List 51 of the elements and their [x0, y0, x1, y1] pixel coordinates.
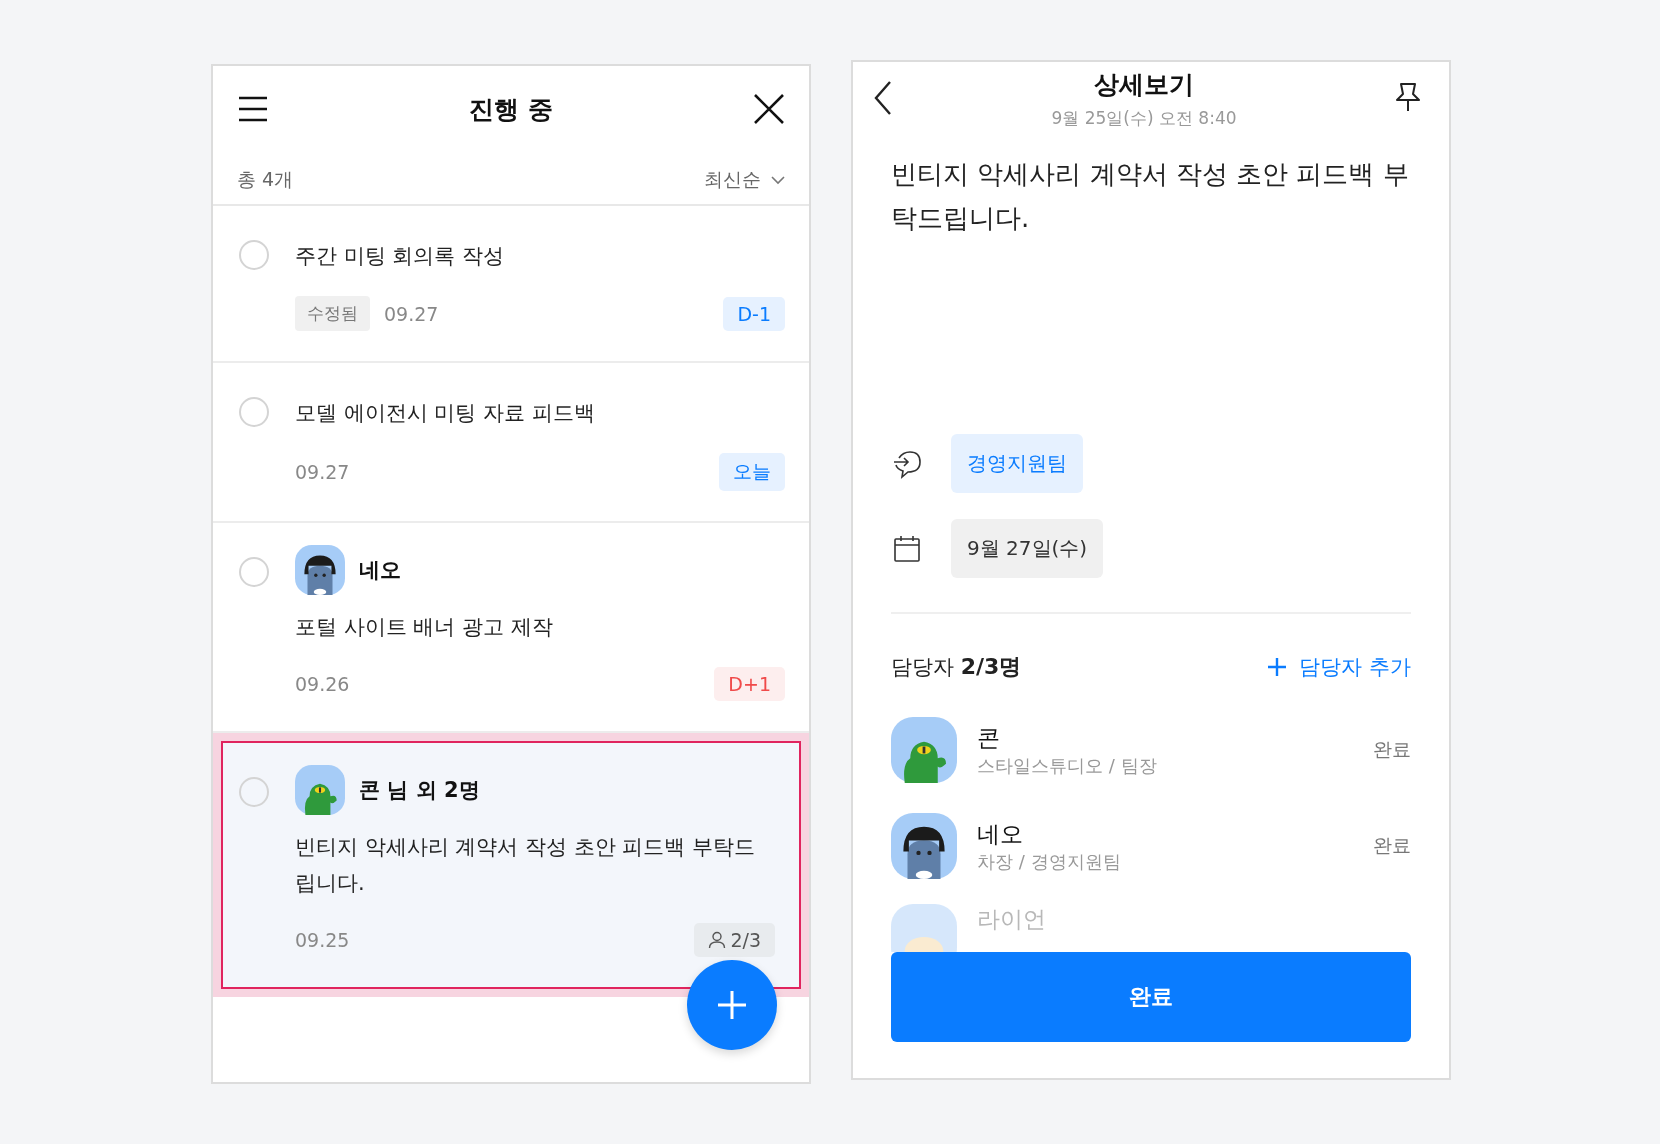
due-date-chip[interactable]: 9월 27일(수): [951, 519, 1104, 578]
task-date: 09.27: [384, 302, 440, 325]
task-item[interactable]: 주간 미팅 회의록 작성 수정됨 09.27 D-1: [213, 206, 809, 363]
back-icon[interactable]: [873, 80, 893, 116]
due-badge: 2/3: [694, 923, 775, 957]
person-icon: [708, 931, 727, 949]
task-title: 모델 에이전시 미팅 자료 피드백: [295, 400, 596, 427]
plus-icon: [716, 989, 748, 1021]
task-description: 빈티지 악세사리 계약서 작성 초안 피드백 부탁드립니다.: [891, 158, 1410, 235]
assignee-name: 콘: [977, 723, 1001, 753]
sort-dropdown[interactable]: 최신순: [704, 167, 785, 193]
due-badge: D+1: [714, 667, 785, 701]
task-date: 09.26: [295, 673, 351, 695]
task-item[interactable]: 모델 에이전시 미팅 자료 피드백 09.27 오늘: [213, 363, 809, 523]
avatar-icon: [295, 545, 345, 595]
task-title: 빈티지 악세사리 계약서 작성 초안 피드백 부탁드립니다.: [295, 834, 757, 897]
assignee-name: 라이언: [977, 905, 1047, 934]
avatar-icon: [891, 717, 957, 783]
add-assignee-link[interactable]: 담당자 추가: [1267, 653, 1411, 681]
checkbox[interactable]: [239, 397, 269, 427]
assignee-name: 콘 님 외 2명: [359, 777, 480, 804]
panel-title: 상세보기: [1094, 69, 1194, 101]
add-button[interactable]: [687, 960, 777, 1050]
task-date: 09.27: [295, 461, 351, 483]
checkbox[interactable]: [239, 557, 269, 587]
checkbox[interactable]: [239, 777, 269, 807]
assignee-status: 완료: [1373, 833, 1411, 858]
assignee-name: 네오: [359, 557, 401, 584]
assignee-name: 네오: [977, 819, 1024, 849]
team-chip[interactable]: 경영지원팀: [951, 434, 1083, 493]
assignee-status: 완료: [1373, 737, 1411, 762]
plus-icon: [1267, 657, 1288, 677]
pin-icon[interactable]: [1395, 82, 1421, 112]
avatar-icon: [891, 813, 957, 879]
edited-tag: 수정됨: [295, 296, 370, 331]
close-icon[interactable]: [753, 93, 785, 125]
checkbox[interactable]: [239, 240, 269, 270]
assignees-label: 담당자 2/3명: [891, 653, 1022, 681]
timestamp: 9월 25일(수) 오전 8:40: [1051, 107, 1237, 130]
panel-title: 진행 중: [469, 93, 553, 126]
due-badge: 오늘: [719, 453, 785, 491]
due-badge: D-1: [723, 296, 785, 331]
assignee-role: 차장 / 경영지원팀: [977, 849, 1122, 874]
task-title: 주간 미팅 회의록 작성: [295, 243, 506, 270]
task-count: 총 4개: [237, 167, 294, 192]
complete-button[interactable]: 완료: [891, 952, 1411, 1042]
task-date: 09.25: [295, 929, 351, 951]
avatar-icon: [295, 765, 345, 815]
assignee-role: 스타일스튜디오 / 팀장: [977, 753, 1158, 778]
task-title: 포털 사이트 배너 광고 제작: [295, 614, 554, 641]
chevron-down-icon: [771, 175, 785, 185]
